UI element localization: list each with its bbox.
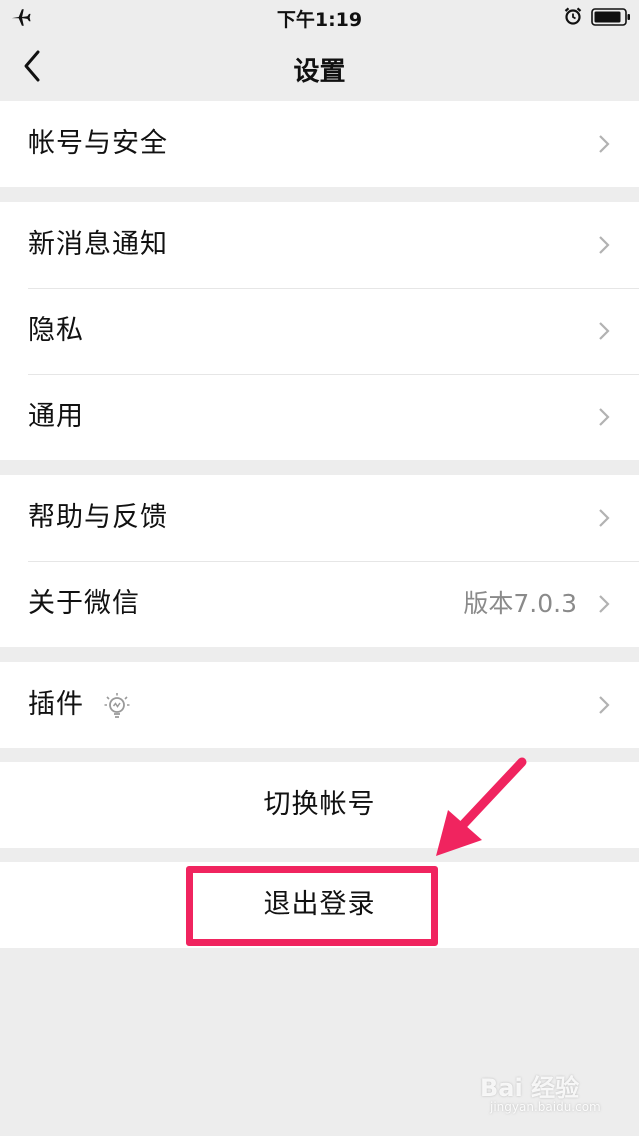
settings-group-help: 帮助与反馈 关于微信 版本7.0.3 [0, 475, 639, 647]
settings-row-about[interactable]: 关于微信 版本7.0.3 [0, 561, 639, 647]
row-label: 帮助与反馈 [28, 502, 168, 533]
nav-bar: 设置 [0, 34, 639, 100]
chevron-right-icon [599, 408, 610, 426]
switch-account-button[interactable]: 切换帐号 [0, 762, 639, 848]
version-value: 版本7.0.3 [463, 589, 577, 618]
annotation-highlight-box [186, 866, 438, 946]
settings-row-notifications[interactable]: 新消息通知 [0, 202, 639, 288]
lightbulb-icon [104, 693, 130, 718]
settings-row-general[interactable]: 通用 [0, 374, 639, 460]
row-label: 隐私 [28, 315, 84, 346]
row-label: 新消息通知 [28, 229, 168, 260]
chevron-right-icon [599, 135, 610, 153]
chevron-right-icon [599, 236, 610, 254]
watermark: Bai 经验 jingyan.baidu.com [480, 1062, 630, 1122]
alarm-icon [564, 7, 582, 25]
chevron-right-icon [599, 696, 610, 714]
settings-row-account-security[interactable]: 帐号与安全 [0, 101, 639, 187]
row-label: 插件 [28, 689, 84, 720]
settings-row-privacy[interactable]: 隐私 [0, 288, 639, 374]
page-title: 设置 [293, 57, 346, 87]
settings-group-plugins: 插件 [0, 662, 639, 748]
status-time: 下午1:19 [276, 9, 363, 31]
chevron-right-icon [599, 595, 610, 613]
settings-row-help-feedback[interactable]: 帮助与反馈 [0, 475, 639, 561]
chevron-right-icon [599, 322, 610, 340]
settings-group-general: 新消息通知 隐私 通用 [0, 202, 639, 460]
row-label: 帐号与安全 [28, 128, 168, 159]
row-label: 通用 [28, 401, 84, 432]
switch-account-label: 切换帐号 [263, 789, 376, 820]
settings-group-account: 帐号与安全 [0, 101, 639, 187]
row-label: 关于微信 [28, 588, 140, 619]
settings-screen: 下午1:19 设置 帐号与安全 新消息通知 隐私 通用 帮助与反馈 关于微信 版… [0, 0, 639, 1136]
battery-icon [591, 8, 630, 26]
watermark-text: Bai 经验 [480, 1074, 580, 1102]
status-bar: 下午1:19 [0, 0, 639, 34]
watermark-url: jingyan.baidu.com [490, 1100, 601, 1114]
annotation-arrow [436, 757, 527, 856]
chevron-right-icon [599, 509, 610, 527]
settings-row-plugins[interactable]: 插件 [0, 662, 639, 748]
